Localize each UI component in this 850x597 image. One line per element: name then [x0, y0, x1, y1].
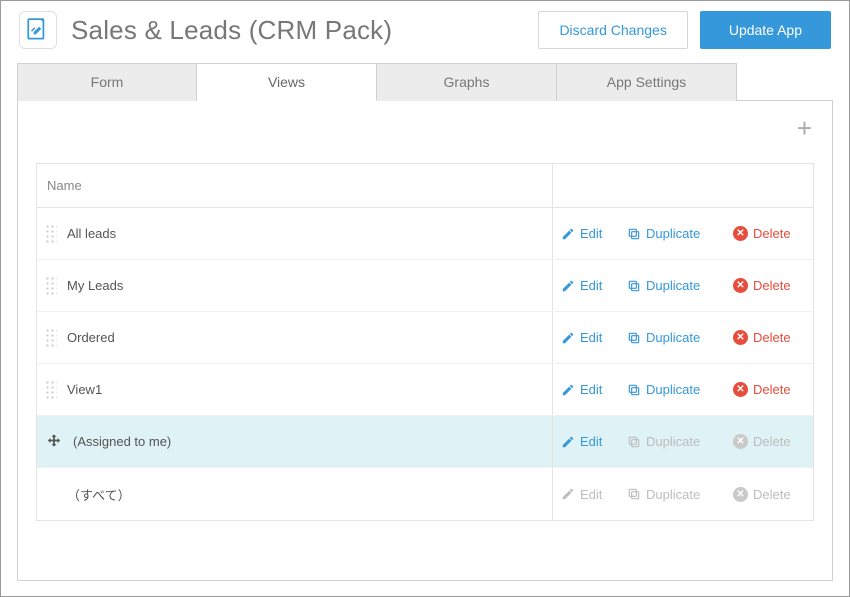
- table-row: Ordered Edit Duplicate ✕ Delete: [37, 312, 813, 364]
- row-actions: Edit Duplicate ✕ Delete: [553, 416, 813, 467]
- move-cursor-icon: [45, 433, 63, 451]
- edit-label: Edit: [580, 226, 602, 241]
- view-name-label: My Leads: [67, 278, 123, 293]
- pencil-icon: [561, 435, 575, 449]
- delete-action[interactable]: ✕ Delete: [733, 330, 803, 345]
- file-tool-icon: [25, 17, 51, 43]
- edit-label: Edit: [580, 487, 602, 502]
- drag-handle-icon[interactable]: [45, 380, 57, 400]
- view-name-cell: View1: [37, 364, 553, 415]
- delete-icon: ✕: [733, 330, 748, 345]
- row-actions: Edit Duplicate ✕ Delete: [553, 468, 813, 520]
- delete-label: Delete: [753, 330, 791, 345]
- edit-label: Edit: [580, 434, 602, 449]
- edit-label: Edit: [580, 278, 602, 293]
- duplicate-label: Duplicate: [646, 278, 700, 293]
- edit-action[interactable]: Edit: [561, 330, 613, 345]
- delete-label: Delete: [753, 434, 791, 449]
- delete-action: ✕ Delete: [733, 434, 803, 449]
- pencil-icon: [561, 383, 575, 397]
- delete-action[interactable]: ✕ Delete: [733, 278, 803, 293]
- delete-action[interactable]: ✕ Delete: [733, 226, 803, 241]
- delete-icon: ✕: [733, 382, 748, 397]
- duplicate-action[interactable]: Duplicate: [627, 330, 719, 345]
- row-actions: Edit Duplicate ✕ Delete: [553, 364, 813, 415]
- tab-form[interactable]: Form: [17, 63, 197, 101]
- table-header-actions: [553, 164, 813, 207]
- edit-action: Edit: [561, 487, 613, 502]
- pencil-icon: [561, 487, 575, 501]
- view-name-cell: (Assigned to me): [37, 416, 553, 467]
- edit-action[interactable]: Edit: [561, 434, 613, 449]
- duplicate-action: Duplicate: [627, 487, 719, 502]
- duplicate-label: Duplicate: [646, 330, 700, 345]
- view-name-label: All leads: [67, 226, 116, 241]
- row-actions: Edit Duplicate ✕ Delete: [553, 312, 813, 363]
- duplicate-action[interactable]: Duplicate: [627, 226, 719, 241]
- table-row: （すべて） Edit Duplicate ✕ Delete: [37, 468, 813, 520]
- duplicate-label: Duplicate: [646, 226, 700, 241]
- view-name-cell: My Leads: [37, 260, 553, 311]
- delete-icon: ✕: [733, 226, 748, 241]
- edit-action[interactable]: Edit: [561, 278, 613, 293]
- duplicate-label: Duplicate: [646, 382, 700, 397]
- tab-views[interactable]: Views: [197, 63, 377, 101]
- duplicate-icon: [627, 227, 641, 241]
- duplicate-label: Duplicate: [646, 434, 700, 449]
- view-name-label: View1: [67, 382, 102, 397]
- view-name-label: （すべて）: [67, 485, 131, 504]
- tab-app-settings[interactable]: App Settings: [557, 63, 737, 101]
- pencil-icon: [561, 331, 575, 345]
- app-title: Sales & Leads (CRM Pack): [71, 15, 524, 46]
- drag-handle-icon[interactable]: [45, 276, 57, 296]
- drag-handle-icon[interactable]: [45, 224, 57, 244]
- duplicate-icon: [627, 487, 641, 501]
- table-row: All leads Edit Duplicate ✕ Delete: [37, 208, 813, 260]
- delete-action[interactable]: ✕ Delete: [733, 382, 803, 397]
- views-table: Name All leadsEditDuplicate✕DeleteMy Lea…: [36, 163, 814, 521]
- view-name-label: Ordered: [67, 330, 115, 345]
- view-name-label: (Assigned to me): [73, 434, 171, 449]
- table-row: View1 Edit Duplicate ✕ Delete: [37, 364, 813, 416]
- update-app-button[interactable]: Update App: [700, 11, 831, 49]
- delete-icon: ✕: [733, 278, 748, 293]
- edit-label: Edit: [580, 330, 602, 345]
- duplicate-icon: [627, 435, 641, 449]
- table-header-row: Name: [37, 164, 813, 208]
- view-name-cell: All leads: [37, 208, 553, 259]
- edit-label: Edit: [580, 382, 602, 397]
- app-icon: [19, 11, 57, 49]
- table-header-name: Name: [37, 164, 553, 207]
- edit-action[interactable]: Edit: [561, 382, 613, 397]
- row-actions: Edit Duplicate ✕ Delete: [553, 208, 813, 259]
- delete-action: ✕ Delete: [733, 487, 803, 502]
- drag-handle-icon[interactable]: [45, 328, 57, 348]
- table-row: My Leads Edit Duplicate ✕ Delete: [37, 260, 813, 312]
- view-name-cell: （すべて）: [37, 468, 553, 520]
- duplicate-action[interactable]: Duplicate: [627, 382, 719, 397]
- edit-action[interactable]: Edit: [561, 226, 613, 241]
- delete-label: Delete: [753, 226, 791, 241]
- table-row: (Assigned to me) Edit Duplicate ✕ Delete: [37, 416, 813, 468]
- pencil-icon: [561, 279, 575, 293]
- duplicate-icon: [627, 331, 641, 345]
- duplicate-icon: [627, 383, 641, 397]
- duplicate-action[interactable]: Duplicate: [627, 278, 719, 293]
- view-name-cell: Ordered: [37, 312, 553, 363]
- duplicate-icon: [627, 279, 641, 293]
- delete-label: Delete: [753, 487, 791, 502]
- tab-graphs[interactable]: Graphs: [377, 63, 557, 101]
- delete-icon: ✕: [733, 434, 748, 449]
- duplicate-label: Duplicate: [646, 487, 700, 502]
- delete-icon: ✕: [733, 487, 748, 502]
- duplicate-action: Duplicate: [627, 434, 719, 449]
- delete-label: Delete: [753, 278, 791, 293]
- row-actions: Edit Duplicate ✕ Delete: [553, 260, 813, 311]
- add-view-button[interactable]: +: [797, 115, 812, 141]
- discard-changes-button[interactable]: Discard Changes: [538, 11, 687, 49]
- delete-label: Delete: [753, 382, 791, 397]
- plus-icon: +: [797, 113, 812, 143]
- pencil-icon: [561, 227, 575, 241]
